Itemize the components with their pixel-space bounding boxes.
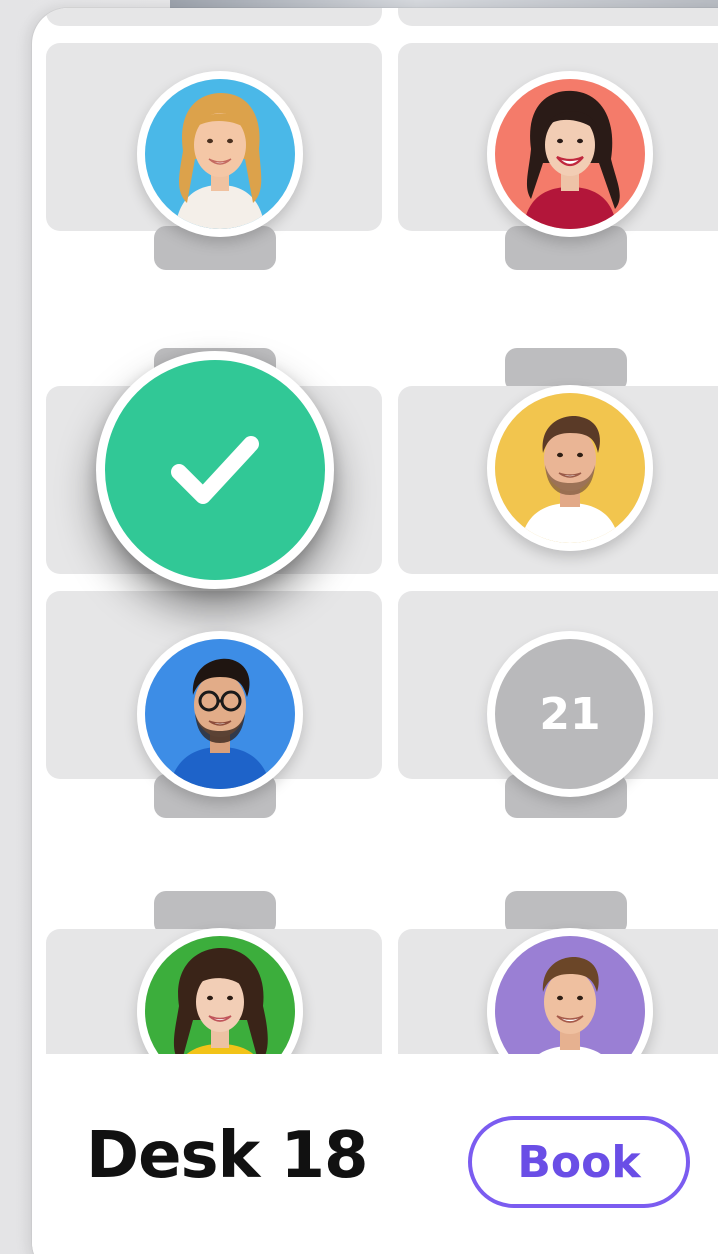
available-desk-number[interactable]: 21 xyxy=(487,631,653,797)
phone-frame: 21 Desk 18 Book xyxy=(32,8,718,1254)
desk-title: Desk 18 xyxy=(86,1119,369,1193)
booking-bar: Desk 18 Book xyxy=(32,1054,718,1254)
book-button[interactable]: Book xyxy=(468,1116,690,1208)
woman-dark-hair-avatar[interactable] xyxy=(487,71,653,237)
desk-map[interactable]: 21 xyxy=(32,8,718,1054)
screen: 21 Desk 18 Book xyxy=(0,0,718,1254)
desk xyxy=(46,8,382,26)
woman-blonde-avatar[interactable] xyxy=(137,71,303,237)
desk xyxy=(398,8,718,26)
selected-desk-check-icon[interactable] xyxy=(96,351,334,589)
man-beard-avatar[interactable] xyxy=(487,385,653,551)
man-glasses-avatar[interactable] xyxy=(137,631,303,797)
desk-number-label: 21 xyxy=(539,688,601,740)
